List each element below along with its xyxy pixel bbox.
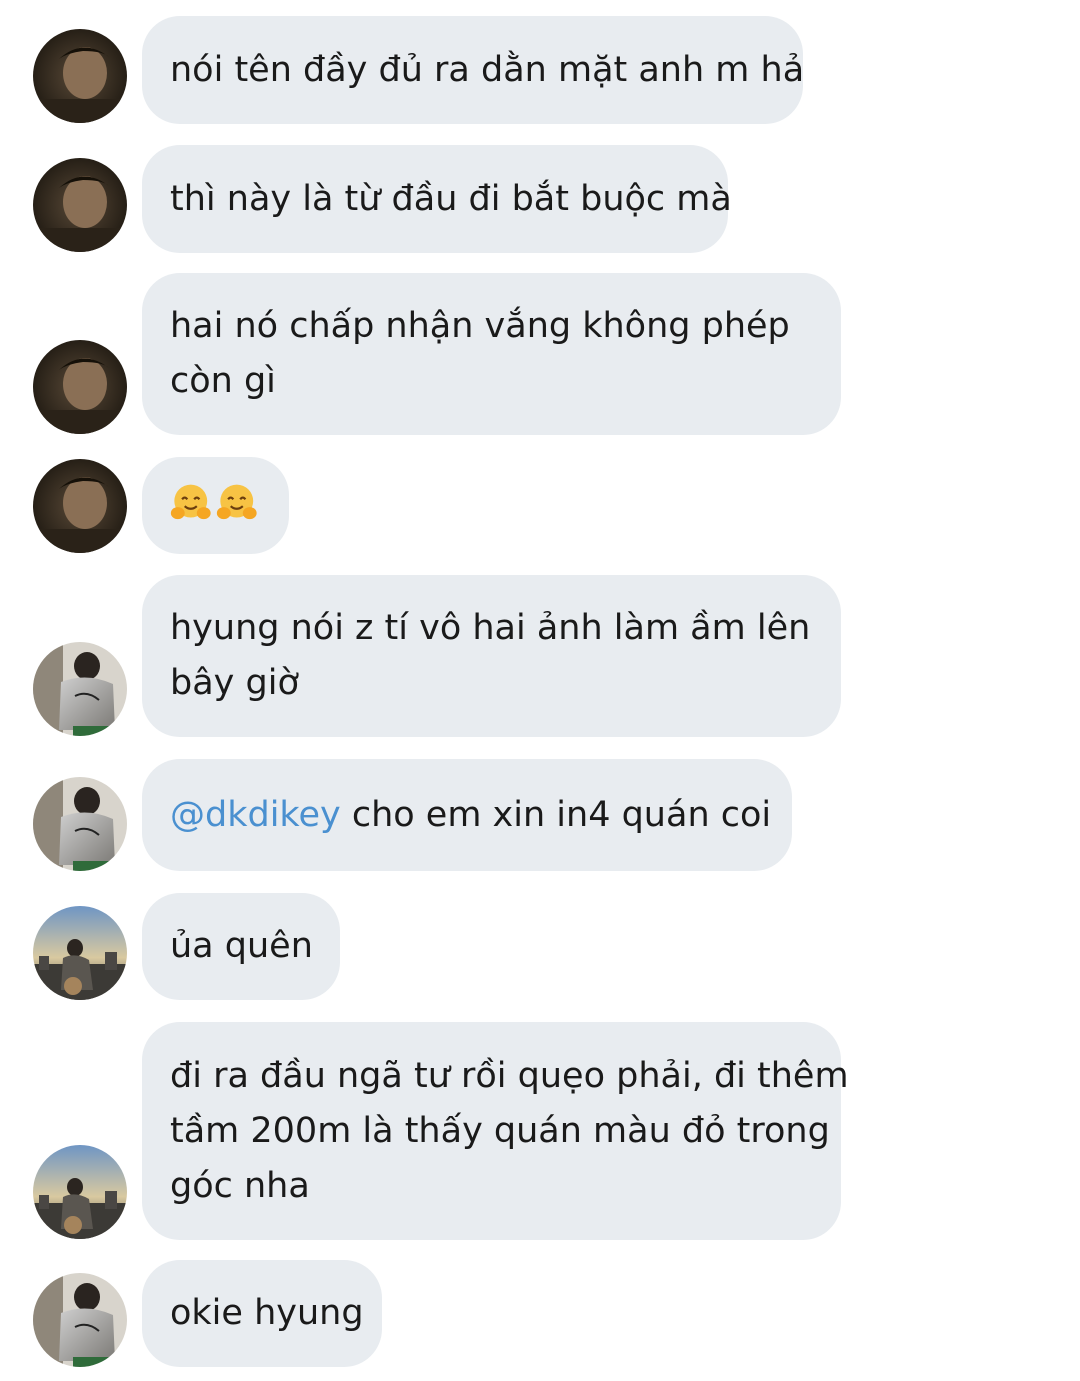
message-bubble[interactable]: @dkdikey cho em xin in4 quán coi	[142, 759, 792, 871]
message-bubble[interactable]: nói tên đầy đủ ra dằn mặt anh m hả	[142, 16, 805, 124]
person-dark-portrait-avatar-icon[interactable]	[33, 158, 127, 252]
person-dark-portrait-avatar-icon[interactable]	[33, 29, 127, 123]
hugging-face-emoji-icon	[216, 482, 258, 530]
message-bubble[interactable]	[142, 457, 289, 554]
person-white-shirt-avatar-icon[interactable]	[33, 777, 127, 871]
person-rooftop-sunset-avatar-icon[interactable]	[33, 906, 127, 1000]
message-text: hyung nói z tí vô hai ảnh làm ầm lên	[170, 608, 811, 648]
message-text: góc nha	[170, 1165, 310, 1206]
message-bubble[interactable]: đi ra đầu ngã tư rồi quẹo phải, đi thêm …	[142, 1022, 849, 1240]
person-dark-portrait-avatar-icon[interactable]	[33, 459, 127, 553]
user-mention-link[interactable]: @dkdikey	[170, 795, 341, 835]
message-text: thì này là từ đầu đi bắt buộc mà	[170, 178, 732, 219]
person-white-shirt-avatar-icon[interactable]	[33, 1273, 127, 1367]
message-text: tầm 200m là thấy quán màu đỏ trong	[170, 1110, 830, 1151]
hugging-face-emoji-icon	[170, 482, 212, 530]
message-text: còn gì	[170, 361, 276, 401]
message-text-after-mention: cho em xin in4 quán coi	[340, 794, 772, 835]
message-text: bây giờ	[170, 663, 299, 703]
person-white-shirt-avatar-icon[interactable]	[33, 642, 127, 736]
person-dark-portrait-avatar-icon[interactable]	[33, 340, 127, 434]
message-text: hai nó chấp nhận vắng không phép	[170, 306, 790, 346]
message-bubble[interactable]: okie hyung	[142, 1260, 382, 1367]
message-text: ủa quên	[170, 926, 313, 966]
message-bubble[interactable]: thì này là từ đầu đi bắt buộc mà	[142, 145, 732, 253]
message-bubble[interactable]: hyung nói z tí vô hai ảnh làm ầm lên bây…	[142, 575, 841, 737]
message-text: nói tên đầy đủ ra dằn mặt anh m hả	[170, 49, 805, 90]
message-text: okie hyung	[170, 1293, 364, 1333]
message-bubble[interactable]: hai nó chấp nhận vắng không phép còn gì	[142, 273, 841, 435]
message-text: @dkdikey cho em xin in4 quán coi	[170, 788, 771, 843]
person-rooftop-sunset-avatar-icon[interactable]	[33, 1145, 127, 1239]
message-bubble[interactable]: ủa quên	[142, 893, 340, 1000]
message-text: đi ra đầu ngã tư rồi quẹo phải, đi thêm	[170, 1055, 849, 1096]
